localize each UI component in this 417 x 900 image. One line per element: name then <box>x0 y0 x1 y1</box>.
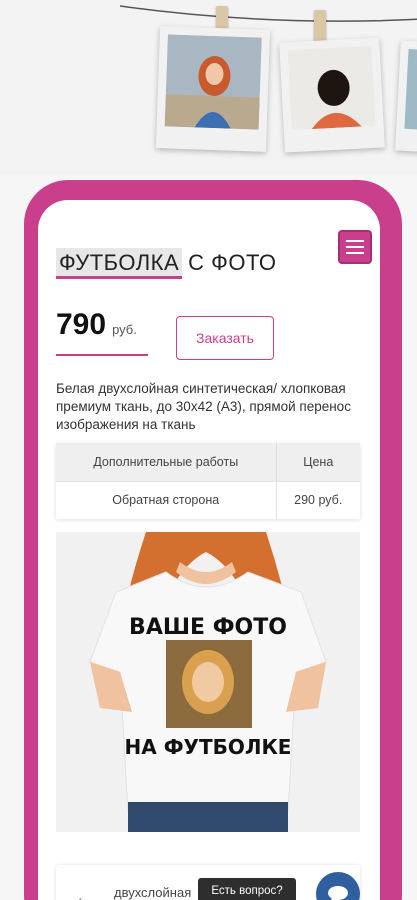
table-cell-work: Обратная сторона <box>56 480 277 519</box>
menu-bar-icon <box>346 240 364 242</box>
menu-bar-icon <box>346 246 364 248</box>
page-title: ФУТБОЛКА С ФОТО <box>56 248 277 279</box>
print-text-top: ВАШЕ ФОТО <box>129 615 287 640</box>
title-rest: С ФОТО <box>188 250 277 275</box>
table-header-price: Цена <box>276 443 360 481</box>
redhead-portrait-image <box>164 34 262 130</box>
extras-table: Дополнительные работы Цена Обратная стор… <box>56 443 360 519</box>
price-underline <box>56 354 148 356</box>
menu-bar-icon <box>346 252 364 254</box>
polaroid-photo <box>395 40 417 154</box>
polaroid-photo <box>279 37 385 153</box>
price: 790 руб. <box>56 308 137 342</box>
table-row: Обратная сторона 290 руб. <box>56 480 360 519</box>
table-header-row: Дополнительные работы Цена <box>56 443 360 481</box>
hero-banner <box>0 0 417 175</box>
tshirt-example-image: ВАШЕ ФОТО НА ФУТБОЛКЕ <box>56 532 360 832</box>
price-value: 790 <box>56 308 107 341</box>
tshirt-illustration: ВАШЕ ФОТО НА ФУТБОЛКЕ <box>56 532 360 832</box>
order-button[interactable]: Заказать <box>176 316 274 360</box>
table-header-work: Дополнительные работы <box>56 443 277 481</box>
product-description: Белая двухслойная синтетическая/ хлопков… <box>56 381 351 432</box>
variant-label: двухслойная <box>114 885 192 900</box>
phone-screen: ФУТБОЛКА С ФОТО 790 руб. Заказать Белая д… <box>38 200 380 900</box>
chat-bubble-icon <box>328 886 348 900</box>
title-highlight: ФУТБОЛКА <box>56 248 183 279</box>
polaroid-photo <box>155 26 271 152</box>
chevron-left-icon[interactable]: ‹ <box>78 893 82 900</box>
chat-tooltip: Есть вопрос? <box>198 878 296 900</box>
hamburger-menu-button[interactable] <box>338 230 372 264</box>
table-cell-price: 290 руб. <box>276 480 360 519</box>
price-currency: руб. <box>112 322 137 337</box>
partial-photo-image <box>404 48 417 132</box>
woman-back-image <box>287 45 376 131</box>
print-text-bottom: НА ФУТБОЛКЕ <box>125 735 292 759</box>
